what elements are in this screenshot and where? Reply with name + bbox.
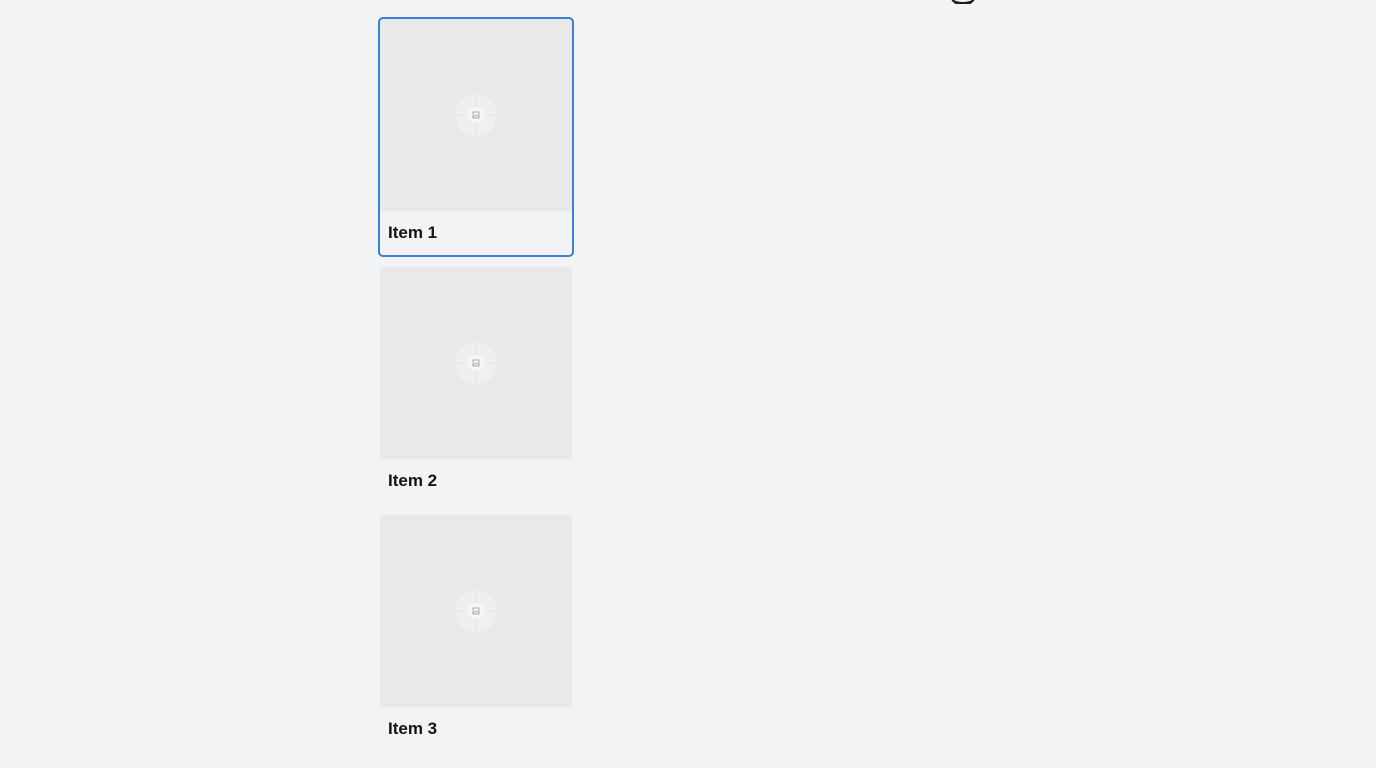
item-thumbnail — [380, 515, 572, 707]
item-title: Item 1 — [388, 223, 438, 242]
item-title: Item 3 — [388, 719, 438, 738]
image-placeholder-icon — [455, 590, 497, 632]
item-card[interactable]: Item 2 — [380, 267, 572, 503]
image-placeholder-icon — [455, 342, 497, 384]
item-list: Item 1 Item 2 Item 3 — [378, 17, 574, 763]
item-card[interactable]: Item 1 — [378, 17, 574, 257]
item-title: Item 2 — [388, 471, 438, 490]
page: Item 1 Item 2 Item 3 — [0, 0, 1376, 768]
heading-fragment — [944, 0, 984, 4]
item-thumbnail — [380, 267, 572, 459]
item-card[interactable]: Item 3 — [380, 515, 572, 751]
item-thumbnail — [380, 19, 572, 211]
image-placeholder-icon — [455, 94, 497, 136]
